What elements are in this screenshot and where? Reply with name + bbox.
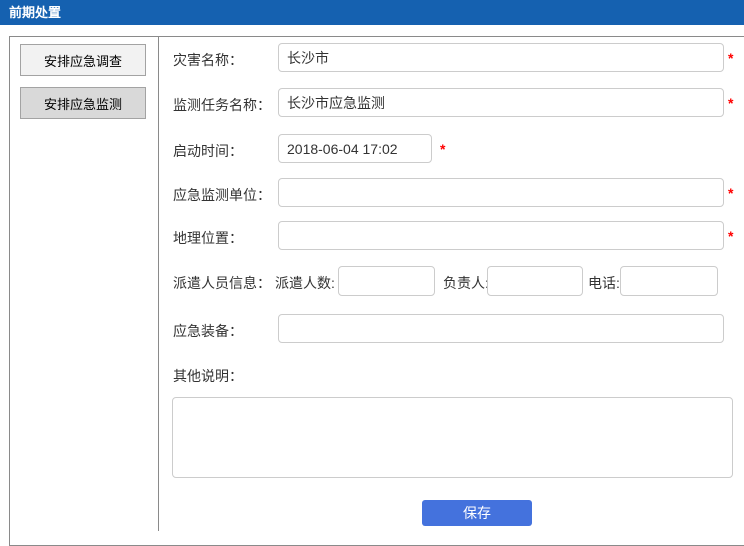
equipment-label: 应急装备：	[173, 321, 243, 341]
page-title: 前期处置	[9, 5, 61, 20]
required-asterisk: *	[728, 95, 733, 111]
page-header: 前期处置	[0, 0, 744, 25]
dispatch-leader-input[interactable]	[487, 266, 583, 296]
notes-label: 其他说明：	[173, 366, 243, 386]
location-input[interactable]	[278, 221, 724, 250]
sidebar-button-arrange-survey[interactable]: 安排应急调查	[20, 44, 146, 76]
required-asterisk: *	[440, 141, 445, 157]
start-time-input[interactable]	[278, 134, 432, 163]
location-label: 地理位置：	[173, 228, 243, 248]
dispatch-info-label: 派遣人员信息：	[173, 273, 271, 293]
required-asterisk: *	[728, 50, 733, 66]
dispatch-count-input[interactable]	[338, 266, 435, 296]
dispatch-phone-label: 电话:	[588, 273, 620, 293]
save-button[interactable]: 保存	[422, 500, 532, 526]
disaster-name-input[interactable]	[278, 43, 724, 72]
equipment-input[interactable]	[278, 314, 724, 343]
sidebar-divider	[158, 36, 159, 531]
dispatch-count-label: 派遣人数:	[275, 273, 335, 293]
task-name-input[interactable]	[278, 88, 724, 117]
required-asterisk: *	[728, 228, 733, 244]
disaster-name-label: 灾害名称：	[173, 50, 243, 70]
dispatch-phone-input[interactable]	[620, 266, 718, 296]
required-asterisk: *	[728, 185, 733, 201]
sidebar-button-arrange-monitoring[interactable]: 安排应急监测	[20, 87, 146, 119]
dispatch-leader-label: 负责人:	[443, 273, 489, 293]
notes-textarea[interactable]	[172, 397, 733, 478]
start-time-label: 启动时间：	[173, 141, 243, 161]
monitor-unit-label: 应急监测单位：	[173, 185, 271, 205]
monitor-unit-input[interactable]	[278, 178, 724, 207]
task-name-label: 监测任务名称：	[173, 95, 271, 115]
